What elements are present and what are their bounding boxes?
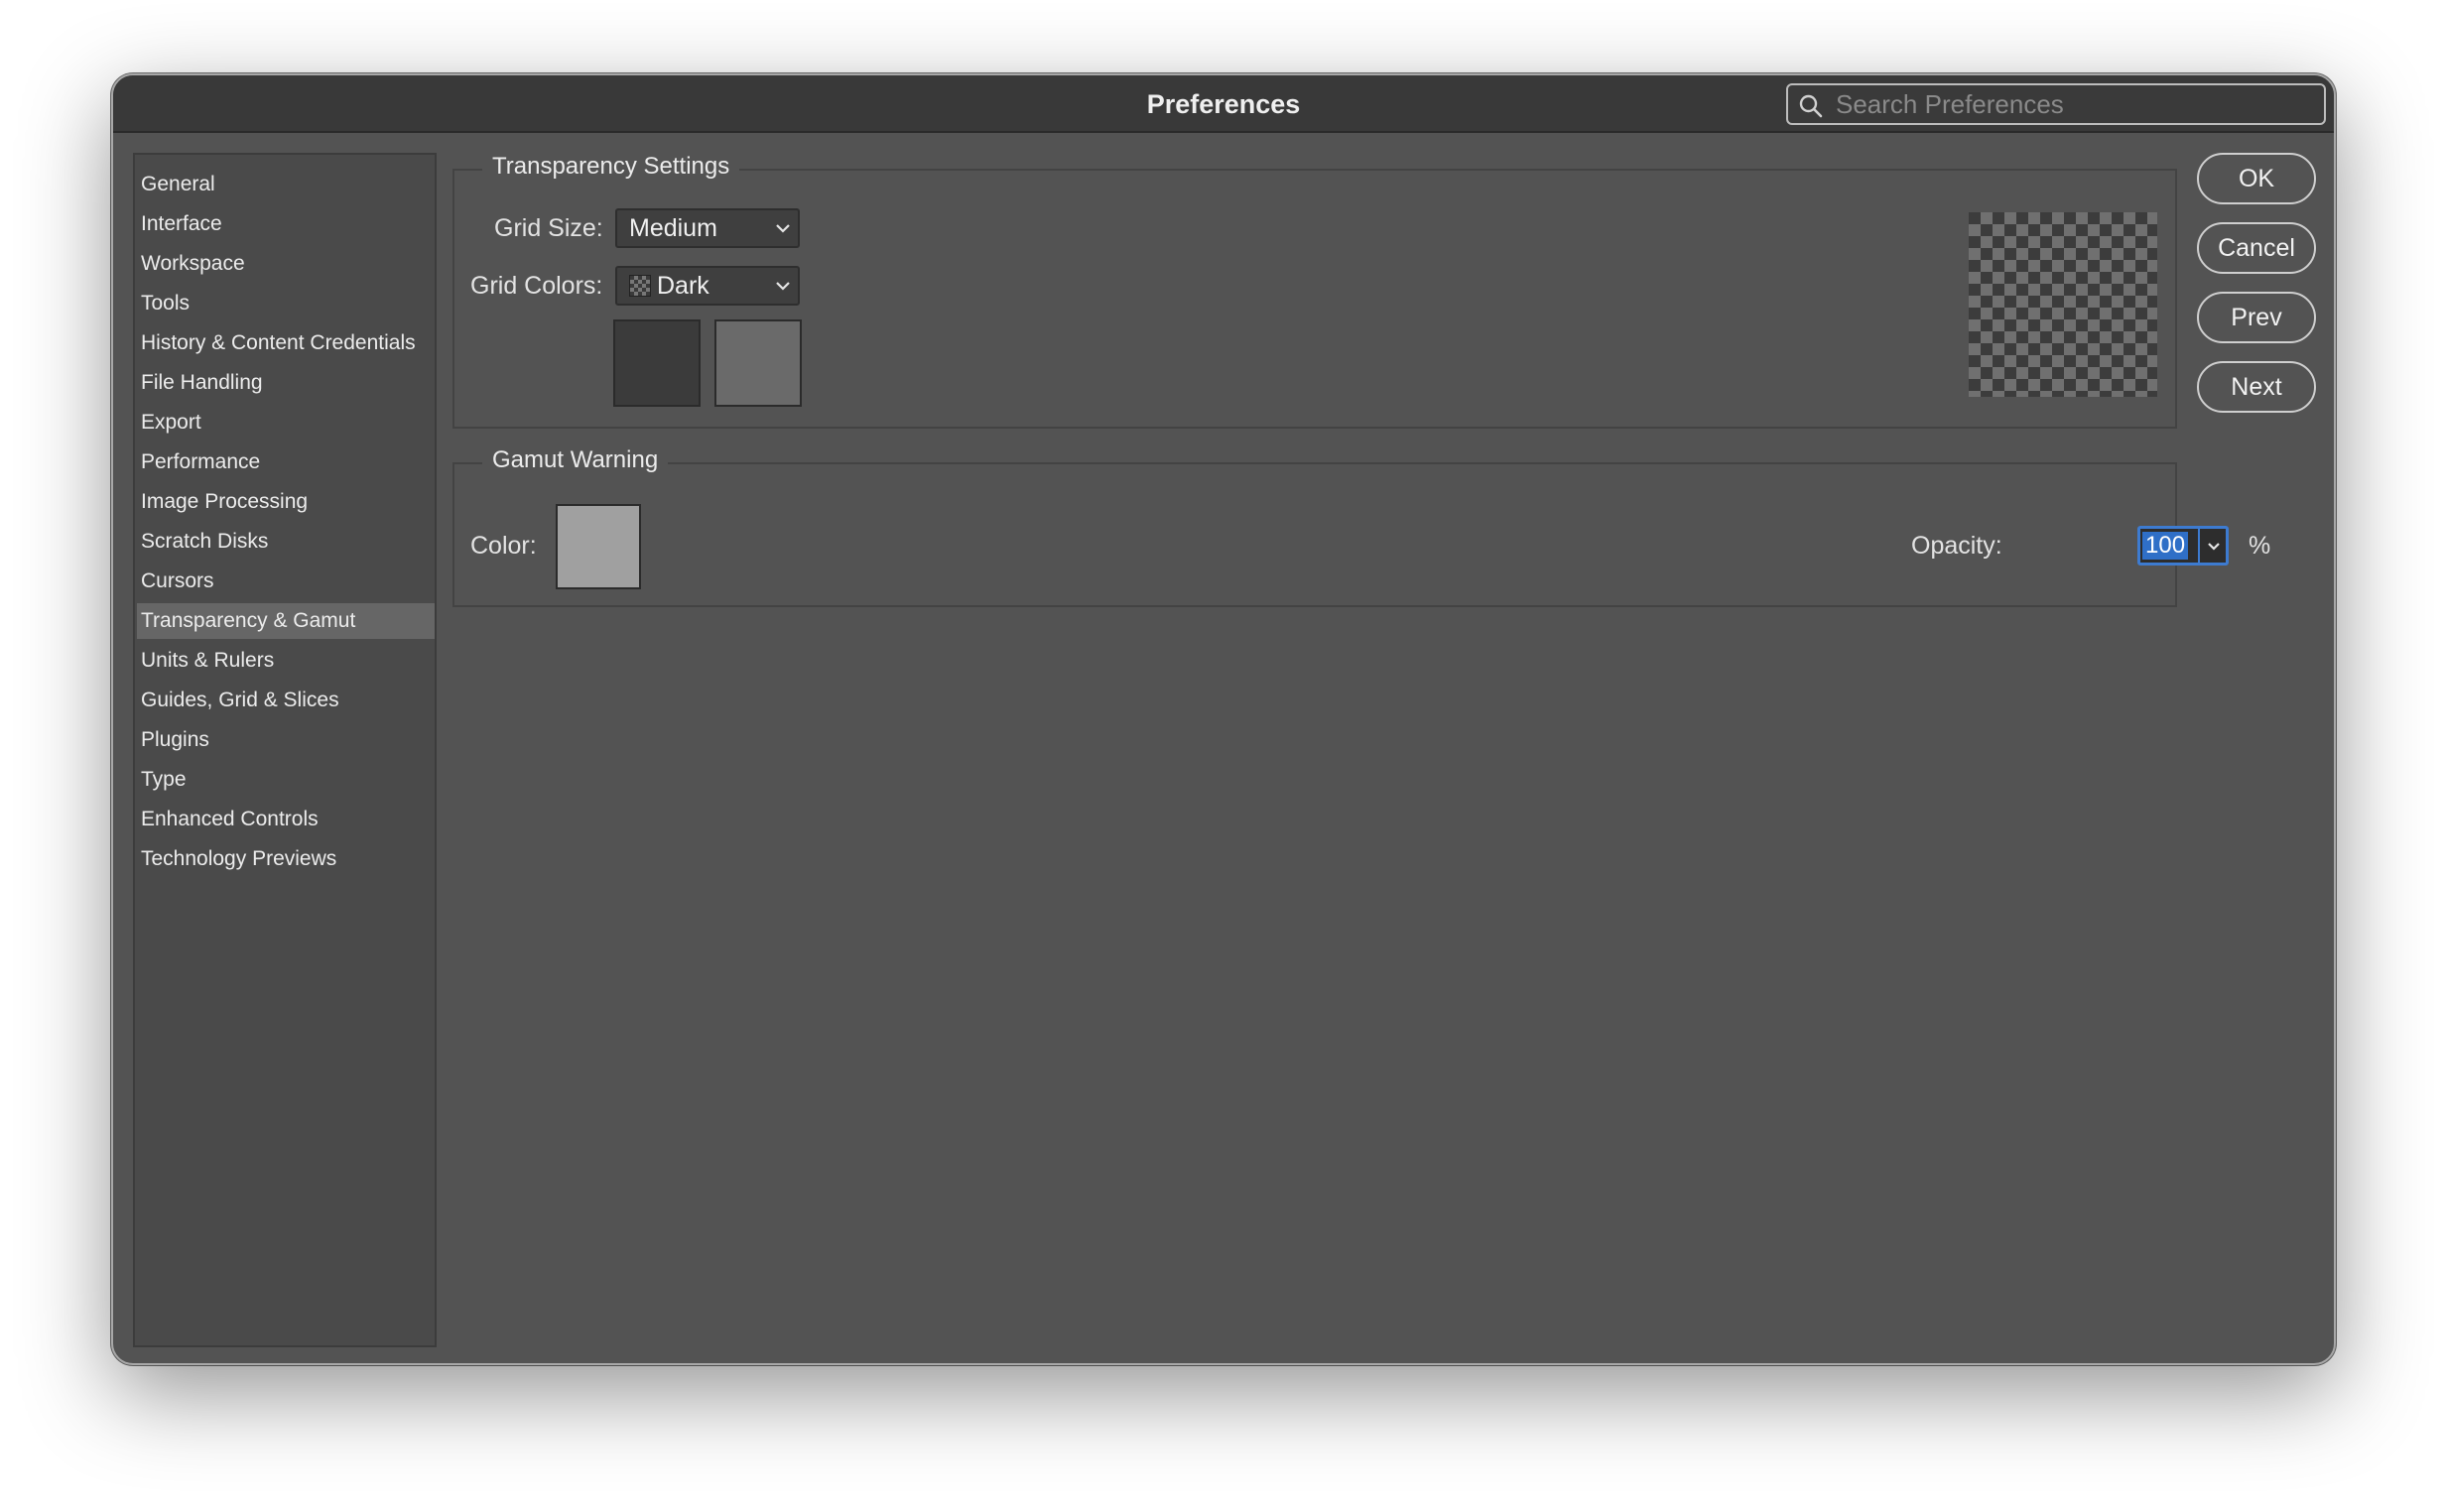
grid-colors-value: Dark — [657, 272, 709, 300]
ok-button[interactable]: OK — [2197, 153, 2316, 204]
opacity-combobox[interactable]: 100 — [2137, 526, 2229, 566]
next-button[interactable]: Next — [2197, 361, 2316, 413]
opacity-dropdown-toggle[interactable] — [2198, 529, 2226, 563]
opacity-label: Opacity: — [1911, 532, 2002, 560]
sidebar-item-transparency-gamut[interactable]: Transparency & Gamut — [137, 603, 435, 639]
sidebar-item-export[interactable]: Export — [137, 405, 435, 441]
grid-colors-label: Grid Colors: — [470, 272, 603, 300]
search-box[interactable] — [1786, 83, 2326, 125]
preferences-window: Preferences General Interface Workspace … — [111, 73, 2336, 1365]
chevron-down-icon — [2208, 543, 2220, 551]
search-input[interactable] — [1836, 87, 2312, 121]
title-bar: Preferences — [113, 75, 2334, 133]
gamut-warning-title: Gamut Warning — [482, 442, 669, 478]
opacity-unit: % — [2249, 532, 2271, 560]
prev-button[interactable]: Prev — [2197, 292, 2316, 343]
sidebar-item-file-handling[interactable]: File Handling — [137, 365, 435, 401]
grid-color-swatch-2[interactable] — [714, 319, 802, 407]
sidebar-item-workspace[interactable]: Workspace — [137, 246, 435, 282]
grid-size-label: Grid Size: — [494, 214, 603, 242]
gamut-color-label: Color: — [470, 532, 537, 560]
grid-size-dropdown[interactable]: Medium — [615, 208, 800, 248]
sidebar-item-history[interactable]: History & Content Credentials — [137, 325, 435, 361]
grid-size-value: Medium — [629, 214, 717, 242]
sidebar-item-technology-previews[interactable]: Technology Previews — [137, 841, 435, 877]
sidebar-item-cursors[interactable]: Cursors — [137, 564, 435, 599]
sidebar-item-plugins[interactable]: Plugins — [137, 722, 435, 758]
transparency-preview — [1969, 212, 2157, 397]
sidebar-item-units-rulers[interactable]: Units & Rulers — [137, 643, 435, 679]
cancel-button[interactable]: Cancel — [2197, 222, 2316, 274]
sidebar-item-general[interactable]: General — [137, 167, 435, 202]
sidebar-item-interface[interactable]: Interface — [137, 206, 435, 242]
search-icon — [1799, 94, 1823, 118]
sidebar-item-image-processing[interactable]: Image Processing — [137, 484, 435, 520]
chevron-down-icon — [776, 282, 790, 291]
sidebar: General Interface Workspace Tools Histor… — [133, 153, 437, 1347]
sidebar-item-guides-grid-slices[interactable]: Guides, Grid & Slices — [137, 683, 435, 718]
gamut-color-swatch[interactable] — [556, 504, 641, 589]
gamut-warning-group: Gamut Warning Color: Opacity: 100 % — [452, 442, 2270, 607]
grid-color-swatch-1[interactable] — [613, 319, 701, 407]
sidebar-item-enhanced-controls[interactable]: Enhanced Controls — [137, 802, 435, 837]
chevron-down-icon — [776, 224, 790, 233]
sidebar-item-performance[interactable]: Performance — [137, 444, 435, 480]
transparency-settings-group: Transparency Settings Grid Size: Medium … — [452, 149, 2177, 429]
sidebar-item-tools[interactable]: Tools — [137, 286, 435, 321]
sidebar-item-type[interactable]: Type — [137, 762, 435, 798]
transparency-settings-title: Transparency Settings — [482, 149, 740, 185]
checkerboard-icon — [629, 275, 651, 297]
grid-colors-dropdown[interactable]: Dark — [615, 266, 800, 306]
opacity-input[interactable]: 100 — [2142, 532, 2189, 560]
sidebar-item-scratch-disks[interactable]: Scratch Disks — [137, 524, 435, 560]
